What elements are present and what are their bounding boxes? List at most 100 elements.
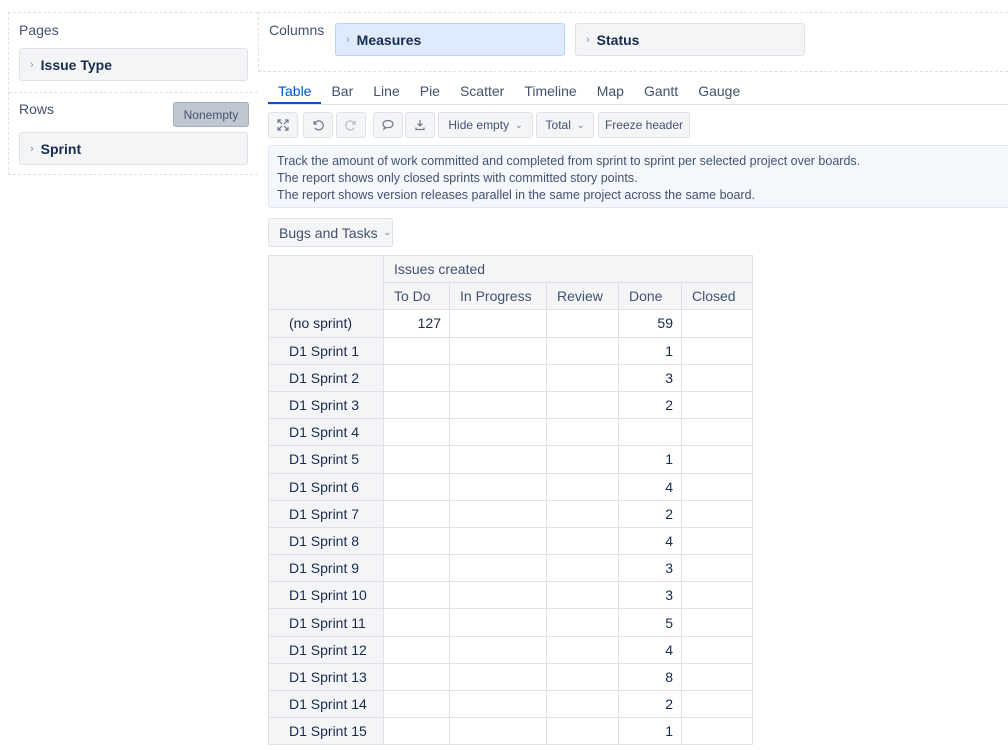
table-cell[interactable]: 2	[618, 390, 682, 420]
table-cell[interactable]	[449, 390, 547, 420]
table-cell[interactable]	[383, 445, 450, 474]
table-cell[interactable]	[546, 390, 619, 420]
row-header[interactable]: D1 Sprint 10	[268, 581, 384, 610]
table-cell[interactable]: 3	[618, 554, 682, 583]
tab-line[interactable]: Line	[363, 82, 409, 104]
total-dropdown[interactable]: Total ⌄	[536, 112, 594, 138]
tab-pie[interactable]: Pie	[410, 82, 450, 104]
table-cell[interactable]	[546, 608, 619, 637]
table-cell[interactable]	[449, 581, 547, 610]
tab-bar[interactable]: Bar	[321, 82, 363, 104]
table-cell[interactable]: 2	[618, 689, 682, 719]
table-cell[interactable]	[681, 390, 753, 420]
table-cell[interactable]: 1	[618, 445, 682, 474]
table-cell[interactable]: 4	[618, 472, 682, 501]
table-cell[interactable]	[681, 662, 753, 692]
table-cell[interactable]: 2	[618, 499, 682, 528]
table-cell[interactable]	[449, 445, 547, 474]
table-cell[interactable]	[546, 717, 619, 746]
table-cell[interactable]	[681, 689, 753, 719]
table-cell[interactable]	[681, 363, 753, 392]
table-cell[interactable]	[546, 662, 619, 692]
table-cell[interactable]	[546, 418, 619, 447]
columns-dimension-status[interactable]: › Status	[575, 23, 805, 56]
table-cell[interactable]: 4	[618, 526, 682, 556]
tab-map[interactable]: Map	[587, 82, 634, 104]
table-cell[interactable]	[546, 336, 619, 365]
export-button[interactable]	[405, 112, 435, 138]
tab-gantt[interactable]: Gantt	[634, 82, 688, 104]
table-cell[interactable]	[546, 363, 619, 392]
table-cell[interactable]: 127	[383, 309, 450, 338]
column-header-done[interactable]: Done	[618, 282, 682, 311]
table-cell[interactable]	[546, 689, 619, 719]
table-cell[interactable]	[546, 445, 619, 474]
table-cell[interactable]	[383, 499, 450, 528]
table-cell[interactable]	[383, 554, 450, 583]
tab-timeline[interactable]: Timeline	[514, 82, 586, 104]
table-cell[interactable]	[383, 662, 450, 692]
table-cell[interactable]	[681, 472, 753, 501]
column-header-review[interactable]: Review	[546, 282, 619, 311]
table-cell[interactable]	[449, 418, 547, 447]
table-cell[interactable]	[449, 608, 547, 637]
table-cell[interactable]	[546, 526, 619, 556]
row-header[interactable]: D1 Sprint 14	[268, 689, 384, 719]
table-cell[interactable]: 1	[618, 717, 682, 746]
row-header[interactable]: D1 Sprint 13	[268, 662, 384, 692]
table-cell[interactable]	[449, 309, 547, 338]
page-filter-dropdown[interactable]: Bugs and Tasks ⌄	[268, 218, 393, 247]
table-cell[interactable]	[546, 554, 619, 583]
row-header[interactable]: D1 Sprint 12	[268, 635, 384, 664]
tab-gauge[interactable]: Gauge	[688, 82, 750, 104]
row-header[interactable]: D1 Sprint 15	[268, 717, 384, 746]
row-header[interactable]: D1 Sprint 11	[268, 608, 384, 637]
row-header[interactable]: D1 Sprint 5	[268, 445, 384, 474]
table-cell[interactable]	[383, 390, 450, 420]
table-cell[interactable]	[449, 717, 547, 746]
table-cell[interactable]	[383, 472, 450, 501]
table-cell[interactable]	[681, 526, 753, 556]
table-cell[interactable]	[546, 472, 619, 501]
table-cell[interactable]	[681, 336, 753, 365]
table-cell[interactable]	[681, 717, 753, 746]
row-header[interactable]: (no sprint)	[268, 309, 384, 338]
hide-empty-dropdown[interactable]: Hide empty ⌄	[438, 112, 533, 138]
pages-dimension-issue-type[interactable]: › Issue Type	[19, 48, 248, 81]
nonempty-toggle-button[interactable]: Nonempty	[173, 102, 249, 127]
measure-header[interactable]: Issues created	[383, 254, 753, 284]
rows-dimension-sprint[interactable]: › Sprint	[19, 132, 248, 165]
table-cell[interactable]	[383, 363, 450, 392]
table-cell[interactable]	[546, 581, 619, 610]
columns-dimension-measures[interactable]: › Measures	[335, 23, 565, 56]
table-cell[interactable]	[383, 336, 450, 365]
table-cell[interactable]	[383, 418, 450, 447]
table-cell[interactable]	[449, 363, 547, 392]
table-cell[interactable]	[449, 336, 547, 365]
table-cell[interactable]	[449, 472, 547, 501]
table-cell[interactable]: 5	[618, 608, 682, 637]
table-cell[interactable]	[383, 608, 450, 637]
fullscreen-button[interactable]	[268, 112, 298, 138]
table-cell[interactable]	[449, 554, 547, 583]
table-cell[interactable]	[546, 499, 619, 528]
table-cell[interactable]	[383, 717, 450, 746]
table-cell[interactable]	[449, 635, 547, 664]
column-header-todo[interactable]: To Do	[383, 282, 450, 311]
row-header[interactable]: D1 Sprint 1	[268, 336, 384, 365]
undo-button[interactable]	[303, 112, 333, 138]
table-cell[interactable]	[546, 309, 619, 338]
tab-table[interactable]: Table	[268, 82, 322, 104]
table-cell[interactable]	[681, 608, 753, 637]
table-cell[interactable]	[383, 689, 450, 719]
table-cell[interactable]	[449, 689, 547, 719]
table-cell[interactable]	[681, 581, 753, 610]
redo-button[interactable]	[336, 112, 366, 138]
table-cell[interactable]	[681, 499, 753, 528]
table-cell[interactable]	[546, 635, 619, 664]
table-cell[interactable]	[681, 554, 753, 583]
table-cell[interactable]: 59	[618, 309, 682, 338]
table-cell[interactable]	[681, 309, 753, 338]
table-cell[interactable]: 1	[618, 336, 682, 365]
comment-button[interactable]	[373, 112, 403, 138]
